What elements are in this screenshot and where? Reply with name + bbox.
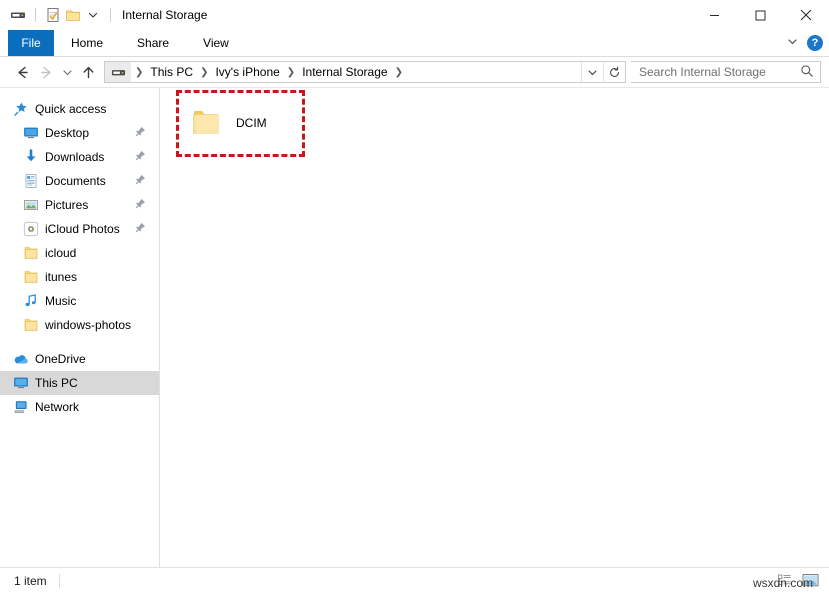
onedrive-icon xyxy=(10,350,32,368)
status-bar: 1 item wsxdn.com xyxy=(0,567,829,593)
sidebar-item-label-onedrive: OneDrive xyxy=(35,352,86,366)
recent-locations-chevron-down-icon[interactable] xyxy=(58,60,76,84)
sidebar-item-desktop[interactable]: Desktop xyxy=(0,121,159,145)
search-icon[interactable] xyxy=(800,64,814,81)
pin-icon[interactable] xyxy=(135,174,146,188)
sidebar-item-label-itunes: itunes xyxy=(45,270,77,284)
breadcrumb-item-this-pc[interactable]: This PC xyxy=(147,65,196,79)
music-icon xyxy=(20,292,42,310)
tab-share[interactable]: Share xyxy=(120,30,186,56)
sidebar-item-windows-photos[interactable]: windows-photos xyxy=(0,313,159,337)
sidebar-spacer-1 xyxy=(0,337,159,347)
navigation-pane[interactable]: Quick access Desktop xyxy=(0,88,160,567)
maximize-button[interactable] xyxy=(737,0,783,30)
pictures-icon xyxy=(20,196,42,214)
folder-icon xyxy=(20,244,42,262)
forward-button xyxy=(34,60,58,84)
site-watermark: wsxdn.com xyxy=(753,576,813,590)
sidebar-item-label-downloads: Downloads xyxy=(45,150,104,164)
window-title: Internal Storage xyxy=(122,8,207,22)
list-item-dcim[interactable]: DCIM xyxy=(182,95,300,151)
breadcrumb[interactable]: ❯ This PC ❯ Ivy's iPhone ❯ Internal Stor… xyxy=(104,61,626,83)
expand-ribbon-chevron-down-icon[interactable] xyxy=(786,35,799,51)
sidebar-item-label-pictures: Pictures xyxy=(45,198,88,212)
sidebar-item-label-documents: Documents xyxy=(45,174,106,188)
breadcrumb-separator-2[interactable]: ❯ xyxy=(283,67,299,78)
help-icon[interactable]: ? xyxy=(807,35,823,51)
file-list-pane[interactable]: DCIM xyxy=(160,88,829,567)
toolbar-divider-1 xyxy=(35,8,36,22)
downloads-icon xyxy=(20,148,42,166)
sidebar-item-label-windows-photos: windows-photos xyxy=(45,318,131,332)
file-explorer-window: Internal Storage File Home Share View ? xyxy=(0,0,829,593)
ribbon-tab-strip: File Home Share View ? xyxy=(0,30,829,57)
tab-file[interactable]: File xyxy=(8,30,54,56)
network-icon xyxy=(10,398,32,416)
breadcrumb-item-ivys-iphone[interactable]: Ivy's iPhone xyxy=(212,65,282,79)
tab-home[interactable]: Home xyxy=(54,30,120,56)
title-bar: Internal Storage xyxy=(0,0,829,30)
pin-icon[interactable] xyxy=(135,150,146,164)
sidebar-item-itunes[interactable]: itunes xyxy=(0,265,159,289)
tab-view[interactable]: View xyxy=(186,30,246,56)
icloud-photos-icon xyxy=(20,220,42,238)
breadcrumb-drive-icon[interactable] xyxy=(105,62,131,82)
breadcrumb-separator-0[interactable]: ❯ xyxy=(131,67,147,78)
up-button[interactable] xyxy=(76,60,100,84)
this-pc-icon xyxy=(10,374,32,392)
folder-icon xyxy=(20,316,42,334)
sidebar-group-quick-access[interactable]: Quick access xyxy=(0,97,159,121)
close-button[interactable] xyxy=(783,0,829,30)
sidebar-item-label-icloud-photos: iCloud Photos xyxy=(45,222,120,236)
address-bar: ❯ This PC ❯ Ivy's iPhone ❯ Internal Stor… xyxy=(0,57,829,87)
sidebar-item-music[interactable]: Music xyxy=(0,289,159,313)
sidebar-item-pictures[interactable]: Pictures xyxy=(0,193,159,217)
search-placeholder: Search Internal Storage xyxy=(639,65,800,79)
folder-icon xyxy=(20,268,42,286)
new-folder-icon[interactable] xyxy=(63,5,83,25)
star-pin-icon xyxy=(10,100,32,118)
desktop-icon xyxy=(20,124,42,142)
breadcrumb-item-internal-storage[interactable]: Internal Storage xyxy=(299,65,390,79)
sidebar-item-onedrive[interactable]: OneDrive xyxy=(0,347,159,371)
refresh-icon[interactable] xyxy=(603,62,625,82)
window-controls xyxy=(691,0,829,30)
list-item-label-dcim: DCIM xyxy=(236,116,267,130)
minimize-button[interactable] xyxy=(691,0,737,30)
folder-icon xyxy=(190,106,222,141)
pin-icon[interactable] xyxy=(135,126,146,140)
sidebar-item-icloud[interactable]: icloud xyxy=(0,241,159,265)
sidebar-item-label-music: Music xyxy=(45,294,76,308)
breadcrumb-separator-3[interactable]: ❯ xyxy=(391,67,407,78)
status-divider xyxy=(59,574,60,588)
sidebar-item-label-this-pc: This PC xyxy=(35,376,78,390)
search-input[interactable]: Search Internal Storage xyxy=(631,61,821,83)
pin-icon[interactable] xyxy=(135,198,146,212)
sidebar-item-label-icloud: icloud xyxy=(45,246,76,260)
quick-access-toolbar xyxy=(8,5,118,25)
toolbar-divider-2 xyxy=(110,8,111,22)
sidebar-item-downloads[interactable]: Downloads xyxy=(0,145,159,169)
documents-icon xyxy=(20,172,42,190)
ribbon-right-controls: ? xyxy=(786,30,823,56)
pin-icon[interactable] xyxy=(135,222,146,236)
breadcrumb-separator-1[interactable]: ❯ xyxy=(196,67,212,78)
back-button[interactable] xyxy=(10,60,34,84)
explorer-body: Quick access Desktop xyxy=(0,87,829,567)
sidebar-item-icloud-photos[interactable]: iCloud Photos xyxy=(0,217,159,241)
customize-chevron-icon[interactable] xyxy=(83,5,103,25)
sidebar-item-label-desktop: Desktop xyxy=(45,126,89,140)
sidebar-group-label-quick-access: Quick access xyxy=(35,102,106,116)
status-item-count: 1 item xyxy=(14,574,47,588)
drive-icon[interactable] xyxy=(8,5,28,25)
sidebar-item-this-pc[interactable]: This PC xyxy=(0,371,159,395)
sidebar-item-documents[interactable]: Documents xyxy=(0,169,159,193)
sidebar-item-label-network: Network xyxy=(35,400,79,414)
properties-icon[interactable] xyxy=(43,5,63,25)
sidebar-item-network[interactable]: Network xyxy=(0,395,159,419)
breadcrumb-dropdown-chevron-down-icon[interactable] xyxy=(581,62,603,82)
